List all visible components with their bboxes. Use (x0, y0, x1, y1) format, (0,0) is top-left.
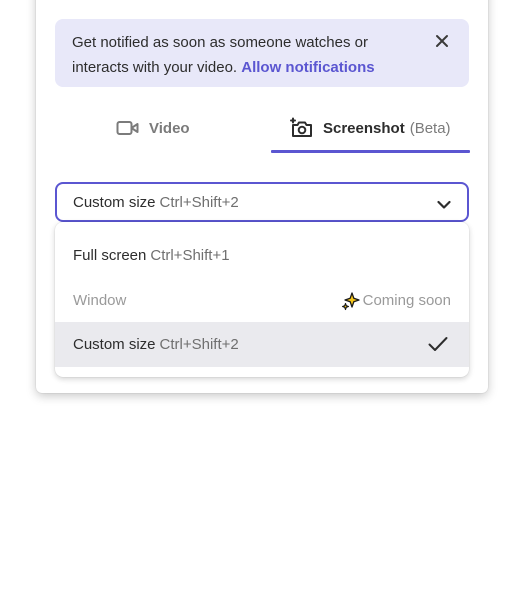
allow-notifications-link[interactable]: Allow notifications (241, 59, 374, 76)
beta-badge: (Beta) (409, 119, 451, 137)
coming-soon-badge: Coming soon (341, 291, 451, 311)
menu-item-label: Custom size (73, 336, 156, 353)
tab-video[interactable]: Video (116, 110, 190, 146)
tab-screenshot[interactable]: Screenshot (Beta) (290, 110, 451, 146)
notification-banner: Get notified as soon as someone watches … (55, 19, 469, 87)
select-value: Custom size (73, 193, 156, 211)
sparkles-icon (341, 291, 361, 311)
tab-video-label: Video (149, 119, 190, 137)
menu-item-full-screen[interactable]: Full screen Ctrl+Shift+1 (55, 233, 469, 278)
menu-item-label: Window (73, 292, 127, 309)
tab-screenshot-label: Screenshot (323, 119, 405, 137)
checkmark-icon (428, 336, 448, 352)
menu-item-custom-size[interactable]: Custom size Ctrl+Shift+2 (55, 322, 469, 367)
video-camera-icon (116, 119, 140, 137)
coming-soon-text: Coming soon (362, 292, 451, 309)
close-icon[interactable] (435, 31, 449, 47)
chevron-down-icon[interactable] (437, 197, 451, 209)
menu-item-window: Window Coming soon (55, 278, 469, 323)
select-shortcut: Ctrl+Shift+2 (159, 193, 239, 211)
camera-icon (290, 117, 314, 139)
menu-item-label: Full screen (73, 247, 147, 264)
tab-active-indicator (271, 150, 470, 153)
menu-item-shortcut: Ctrl+Shift+2 (159, 336, 239, 353)
menu-item-shortcut: Ctrl+Shift+1 (150, 247, 230, 264)
capture-mode-select[interactable]: Custom size Ctrl+Shift+2 (55, 182, 469, 222)
capture-mode-menu: Full screen Ctrl+Shift+1 Window Coming s… (55, 222, 469, 377)
